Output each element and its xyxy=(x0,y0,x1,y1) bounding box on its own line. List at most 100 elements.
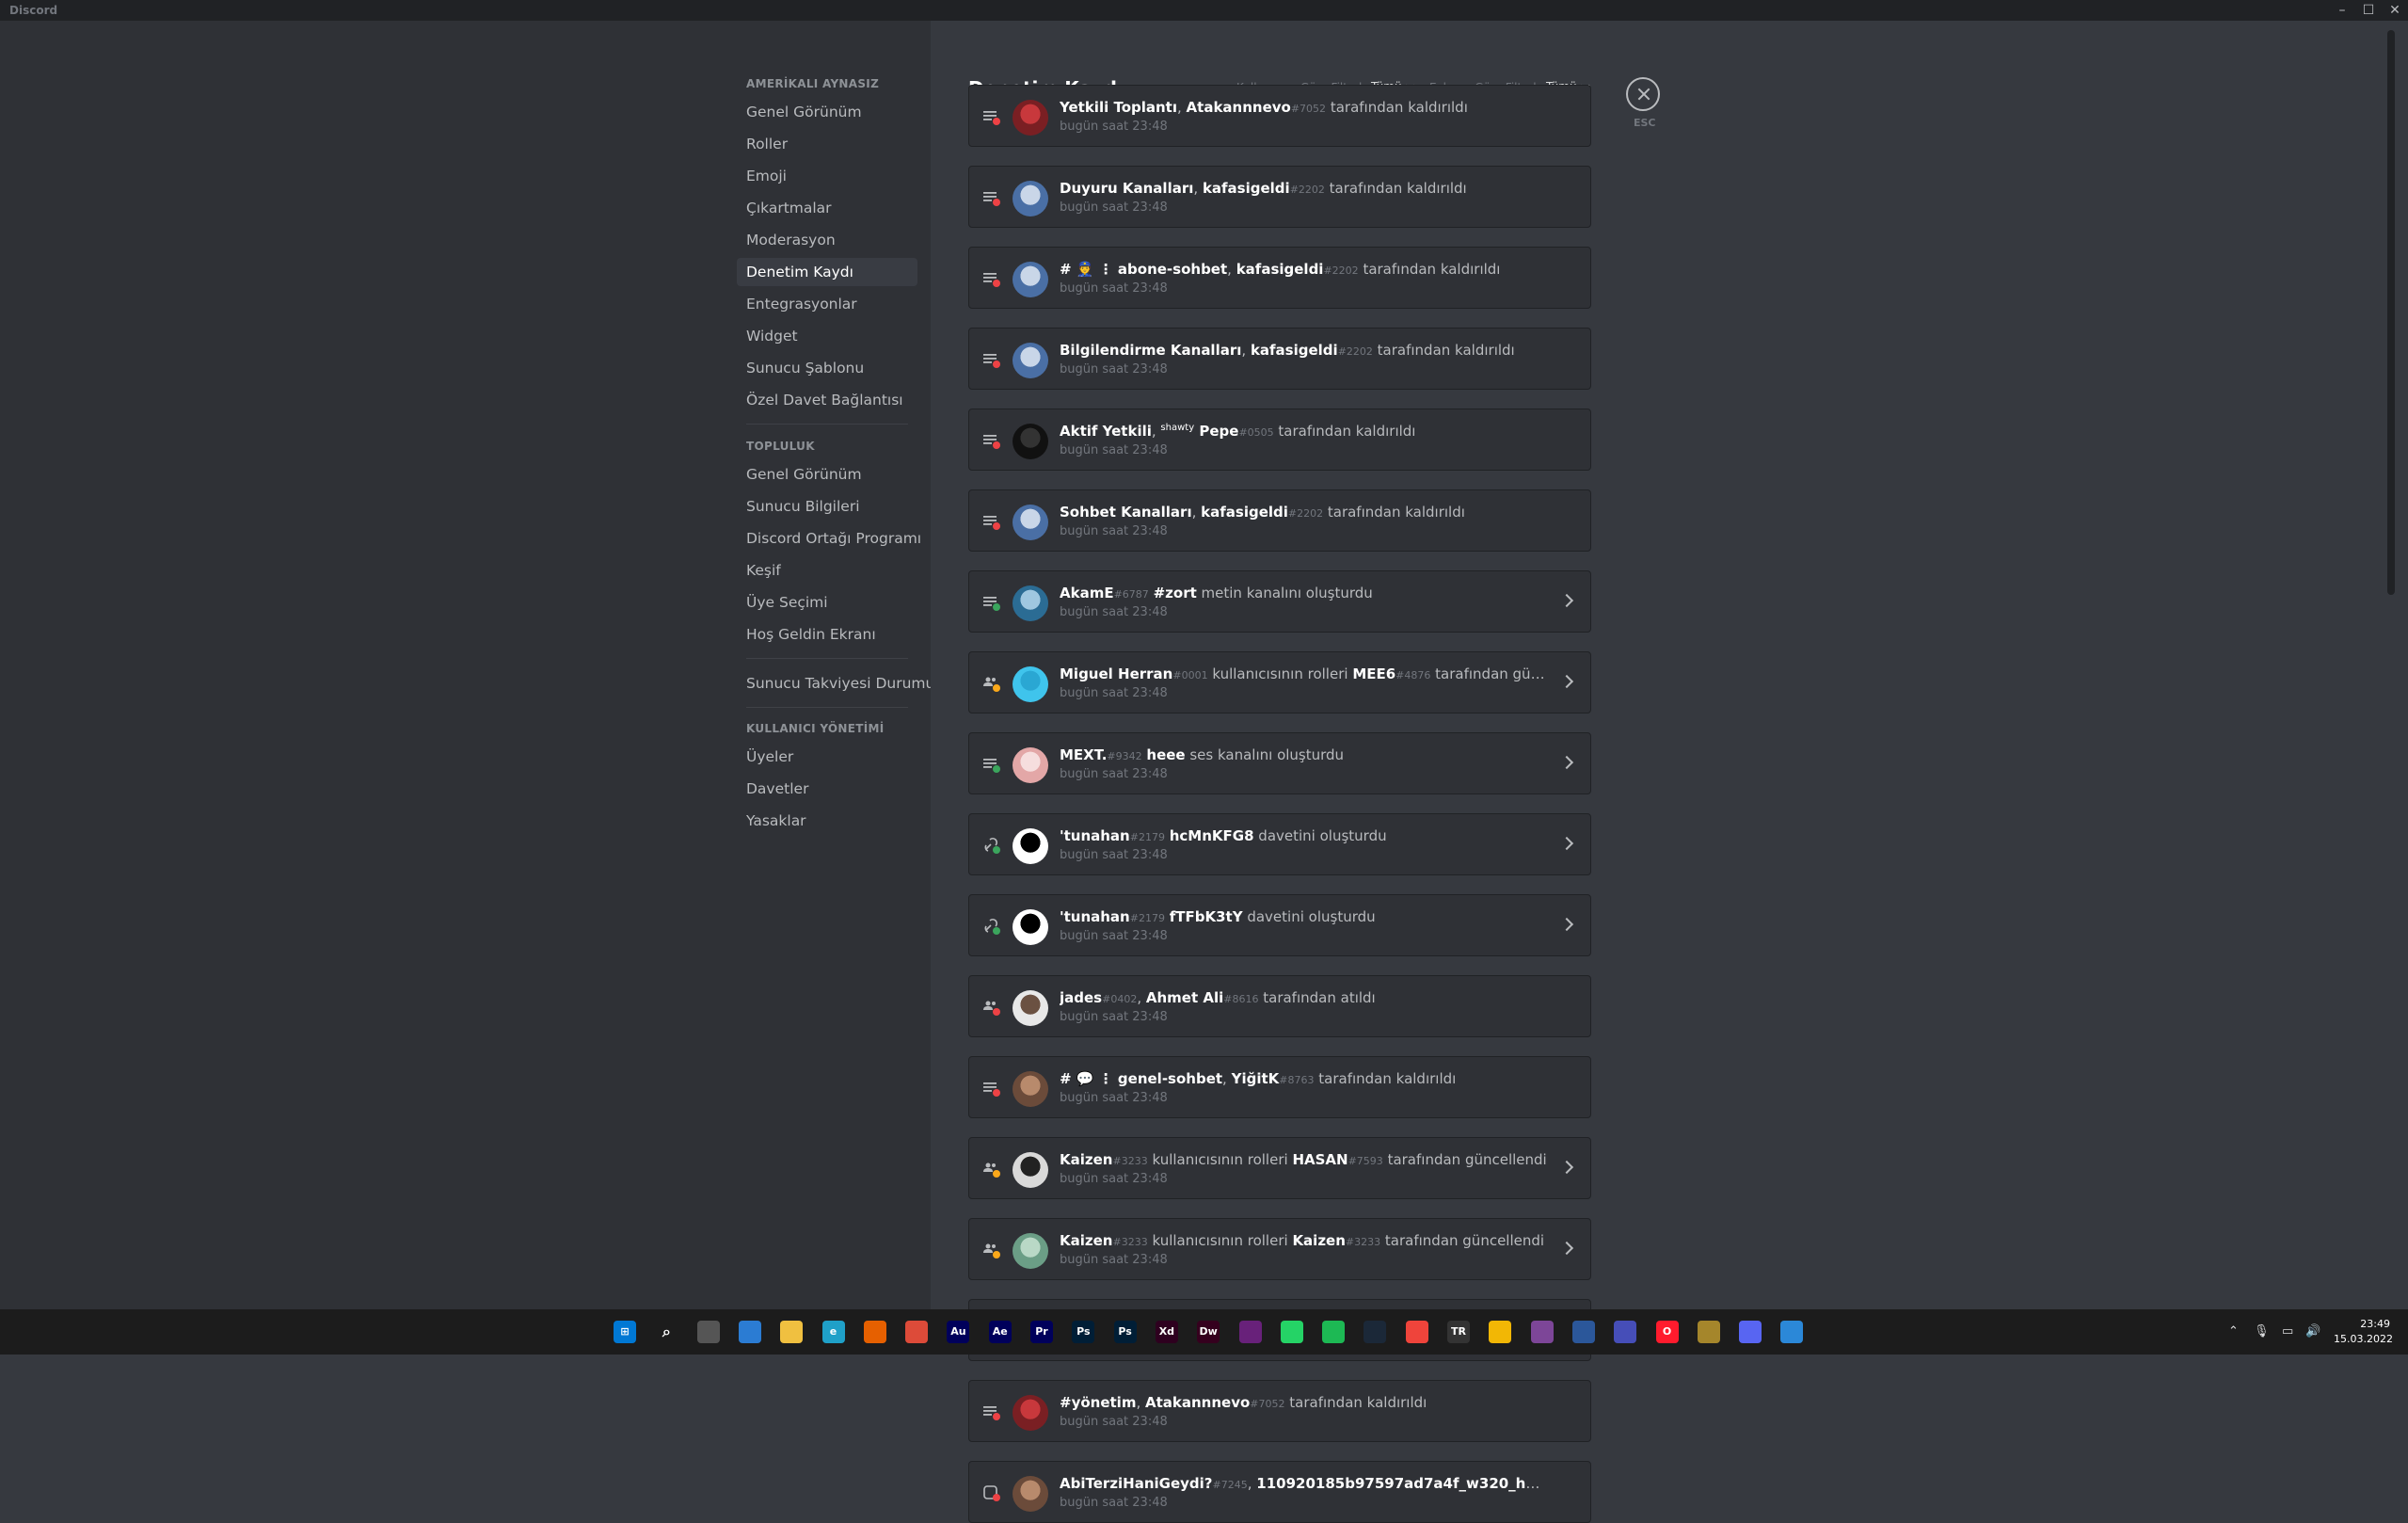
steam-icon[interactable] xyxy=(1363,1321,1387,1343)
sidebar-item-vanity-url[interactable]: Özel Davet Bağlantısı xyxy=(737,386,917,414)
chevron-right-icon[interactable] xyxy=(1559,836,1574,851)
chrome-icon[interactable] xyxy=(905,1321,929,1343)
volume-icon[interactable]: 🔊 xyxy=(2305,1324,2320,1339)
sidebar-item-boost-status[interactable]: Sunucu Takviyesi Durumu xyxy=(737,669,934,697)
entry-timestamp: bugün saat 23:48 xyxy=(1060,1415,1168,1429)
discord-icon[interactable] xyxy=(1739,1321,1762,1343)
close-settings-button[interactable] xyxy=(1626,77,1660,111)
avatar[interactable] xyxy=(1013,505,1048,540)
avatar[interactable] xyxy=(1013,1233,1048,1269)
notes-icon[interactable] xyxy=(1780,1321,1804,1343)
minimize-button[interactable]: – xyxy=(2329,0,2355,21)
audit-log-entry[interactable]: MEXT.#9342 heee ses kanalını oluşturdu bu… xyxy=(968,732,1591,794)
chevron-right-icon[interactable] xyxy=(1559,593,1574,608)
chevron-right-icon[interactable] xyxy=(1559,917,1574,932)
entry-description: #yönetim, Atakannnevo#7052 tarafından ka… xyxy=(1060,1394,1427,1411)
sidebar-item-community-overview[interactable]: Genel Görünüm xyxy=(737,460,917,489)
avatar[interactable] xyxy=(1013,343,1048,378)
teams-icon[interactable] xyxy=(1614,1321,1637,1343)
audit-log-entry[interactable]: Kaizen#3233 kullanıcısının rolleri HASAN… xyxy=(968,1137,1591,1199)
window-titlebar: Discord – ☐ ✕ xyxy=(0,0,2408,21)
search-icon[interactable]: ⌕ xyxy=(655,1321,678,1343)
edge-icon[interactable]: e xyxy=(821,1321,845,1343)
entry-description: Yetkili Toplantı, Atakannnevo#7052 taraf… xyxy=(1060,99,1468,116)
avatar[interactable] xyxy=(1013,1476,1048,1512)
sidebar-item-overview[interactable]: Genel Görünüm xyxy=(737,98,917,126)
avatar[interactable] xyxy=(1013,828,1048,864)
visual-studio-icon[interactable] xyxy=(1238,1321,1262,1343)
microphone-icon[interactable]: 🎙 xyxy=(2254,1324,2270,1339)
sidebar-item-server-template[interactable]: Sunucu Şablonu xyxy=(737,354,917,382)
taskbar-clock[interactable]: 23:49 15.03.2022 xyxy=(2334,1317,2393,1347)
avatar[interactable] xyxy=(1013,1071,1048,1107)
avatar[interactable] xyxy=(1013,100,1048,136)
sidebar-item-moderation[interactable]: Moderasyon xyxy=(737,226,917,254)
sidebar-item-invites[interactable]: Davetler xyxy=(737,775,917,803)
chevron-right-icon[interactable] xyxy=(1559,674,1574,689)
avatar[interactable] xyxy=(1013,1395,1048,1431)
audit-log-entry[interactable]: Miguel Herran#0001 kullanıcısının roller… xyxy=(968,651,1591,713)
entry-description: Aktif Yetkili, shawty Pepe#0505 tarafınd… xyxy=(1060,423,1416,440)
chevron-right-icon[interactable] xyxy=(1559,1160,1574,1175)
opera-icon[interactable]: O xyxy=(1655,1321,1679,1343)
tr-app-icon[interactable]: TR xyxy=(1447,1321,1470,1343)
photoshop-beta-icon[interactable]: Ps xyxy=(1113,1321,1137,1343)
avatar[interactable] xyxy=(1013,262,1048,297)
audition-icon[interactable]: Au xyxy=(947,1321,970,1343)
sidebar-item-emoji[interactable]: Emoji xyxy=(737,162,917,190)
network-icon[interactable]: ▭ xyxy=(2282,1324,2293,1339)
windows-start-icon[interactable]: ⊞ xyxy=(614,1321,636,1343)
avatar[interactable] xyxy=(1013,990,1048,1026)
after-effects-icon[interactable]: Ae xyxy=(988,1321,1012,1343)
sidebar-item-integrations[interactable]: Entegrasyonlar xyxy=(737,290,917,318)
maximize-button[interactable]: ☐ xyxy=(2355,0,2382,21)
audit-log-entry[interactable]: Kaizen#3233 kullanıcısının rolleri Kaize… xyxy=(968,1218,1591,1280)
avatar[interactable] xyxy=(1013,747,1048,783)
chevron-up-icon[interactable]: ⌃ xyxy=(2228,1324,2239,1339)
xd-icon[interactable]: Xd xyxy=(1155,1321,1178,1343)
sidebar-item-membership-screening[interactable]: Üye Seçimi xyxy=(737,588,917,617)
spotify-icon[interactable] xyxy=(1322,1321,1346,1343)
file-explorer-icon[interactable] xyxy=(780,1321,804,1343)
sidebar-item-stickers[interactable]: Çıkartmalar xyxy=(737,194,917,222)
sidebar-header-community: TOPLULUK xyxy=(746,440,815,453)
whatsapp-icon[interactable] xyxy=(1280,1321,1303,1343)
entry-timestamp: bugün saat 23:48 xyxy=(1060,362,1168,377)
audit-log-entry[interactable]: 'tunahan#2179 hcMnKFG8 davetini oluşturd… xyxy=(968,813,1591,875)
chevron-right-icon[interactable] xyxy=(1559,1241,1574,1256)
chevron-right-icon[interactable] xyxy=(1559,755,1574,770)
winamp-icon[interactable] xyxy=(1697,1321,1720,1343)
task-view-icon[interactable] xyxy=(696,1321,720,1343)
notepad-icon[interactable] xyxy=(1571,1321,1595,1343)
scrollbar[interactable] xyxy=(2387,30,2395,595)
avatar[interactable] xyxy=(1013,585,1048,621)
clock-date: 15.03.2022 xyxy=(2334,1333,2393,1345)
tor-icon[interactable] xyxy=(1530,1321,1554,1343)
sidebar-item-roles[interactable]: Roller xyxy=(737,130,917,158)
avatar[interactable] xyxy=(1013,1152,1048,1188)
sidebar-divider xyxy=(746,707,908,708)
premiere-icon[interactable]: Pr xyxy=(1030,1321,1053,1343)
avatar[interactable] xyxy=(1013,666,1048,702)
photoshop-icon[interactable]: Ps xyxy=(1072,1321,1095,1343)
dreamweaver-icon[interactable]: Dw xyxy=(1197,1321,1220,1343)
audit-log-entry[interactable]: 'tunahan#2179 fTFbK3tY davetini oluşturd… xyxy=(968,894,1591,956)
sidebar-item-widget[interactable]: Widget xyxy=(737,322,917,350)
close-window-button[interactable]: ✕ xyxy=(2382,0,2408,21)
sidebar-item-partner-program[interactable]: Discord Ortağı Programı xyxy=(737,524,921,553)
firefox-icon[interactable] xyxy=(863,1321,886,1343)
anydesk-icon[interactable] xyxy=(1405,1321,1428,1343)
sidebar-item-welcome-screen[interactable]: Hoş Geldin Ekranı xyxy=(737,620,917,649)
audit-log-entry[interactable]: AkamE#6787 #zort metin kanalını oluşturd… xyxy=(968,570,1591,633)
clock-time: 23:49 xyxy=(2360,1318,2390,1330)
avatar[interactable] xyxy=(1013,909,1048,945)
sidebar-item-members[interactable]: Üyeler xyxy=(737,743,917,771)
sidebar-item-server-insights[interactable]: Sunucu Bilgileri xyxy=(737,492,917,521)
sidebar-item-bans[interactable]: Yasaklar xyxy=(737,807,917,835)
chrome-canary-icon[interactable] xyxy=(1489,1321,1512,1343)
widgets-icon[interactable] xyxy=(738,1321,761,1343)
avatar[interactable] xyxy=(1013,181,1048,216)
sidebar-item-discovery[interactable]: Keşif xyxy=(737,556,917,585)
avatar[interactable] xyxy=(1013,424,1048,459)
sidebar-item-audit-log[interactable]: Denetim Kaydı xyxy=(737,258,917,286)
